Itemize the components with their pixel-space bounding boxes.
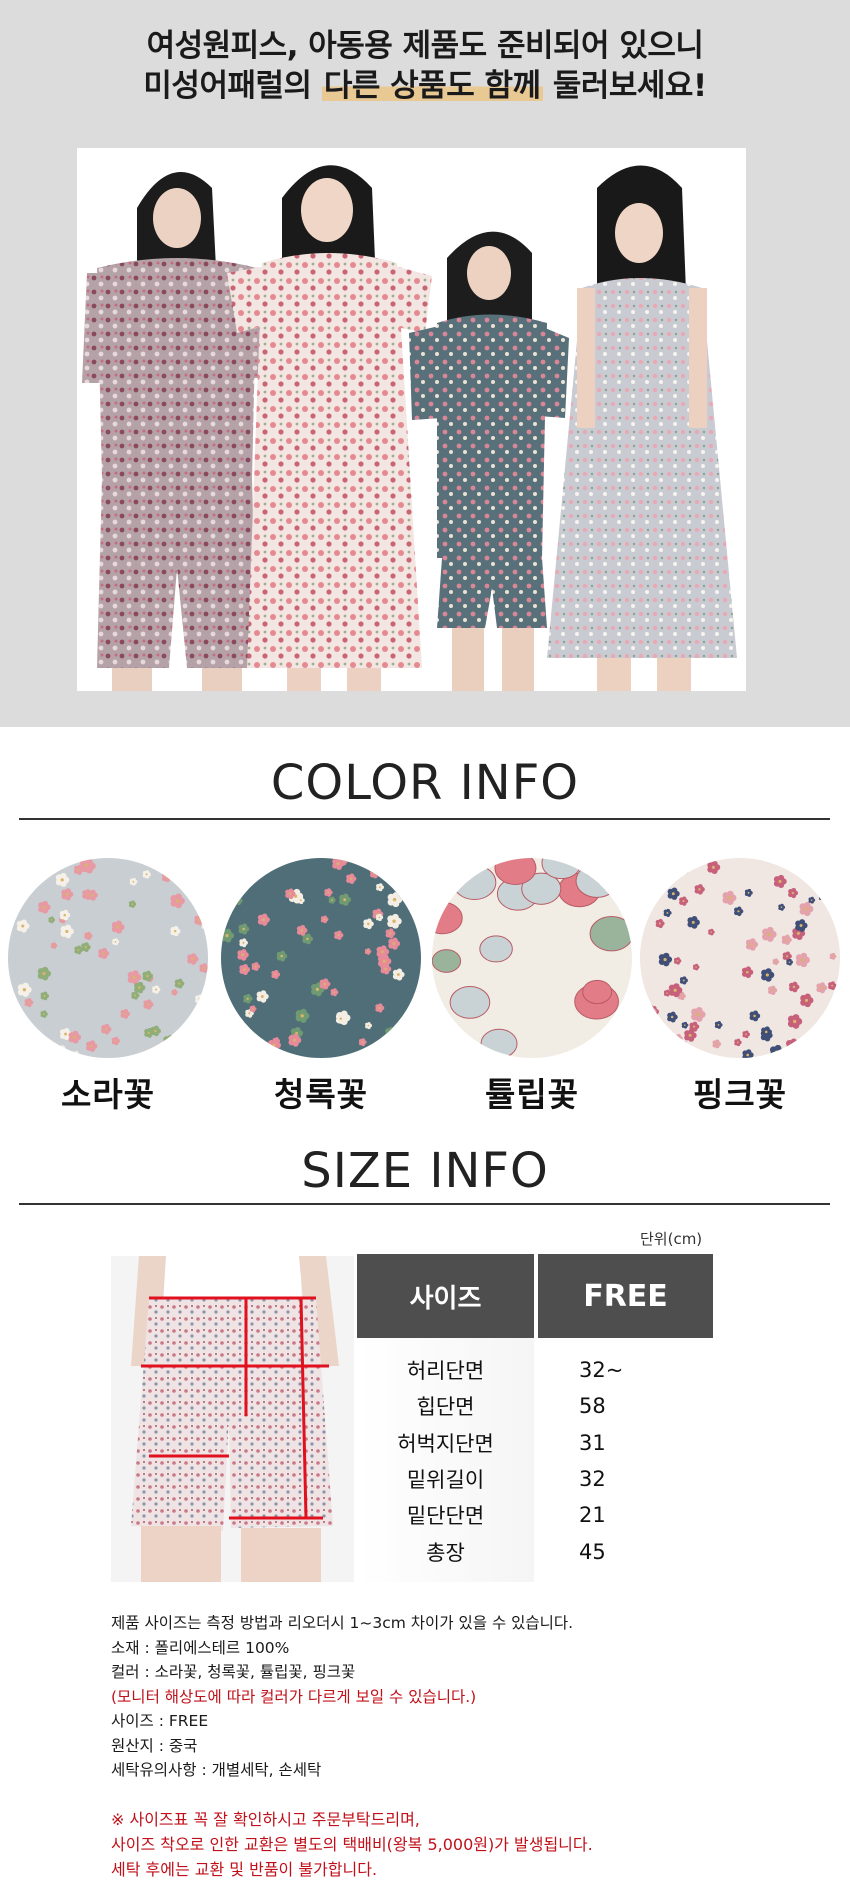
swatch-label-pink-floral: 핑크꽃 [692, 1075, 788, 1114]
note-size: 사이즈 : FREE [111, 1712, 209, 1730]
swatch-sky-floral [8, 858, 208, 1058]
note-monitor-warning: (모니터 해상도에 따라 컬러가 다르게 보일 수 있습니다.) [111, 1687, 477, 1706]
size-info-divider [19, 1203, 830, 1205]
swatch-label-tulip-floral: 튤립꽃 [484, 1075, 580, 1114]
warning-exchange-fee: 사이즈 착오로 인한 교환은 별도의 택배비(왕복 5,000원)가 발생됩니다… [111, 1835, 593, 1854]
color-info-title: COLOR INFO [270, 755, 580, 811]
note-size-variance: 제품 사이즈는 측정 방법과 리오더시 1~3cm 차이가 있을 수 있습니다. [111, 1614, 574, 1632]
swatch-teal-floral [221, 858, 421, 1058]
swatch-tulip-floral [432, 858, 632, 1058]
size-table-header-label: 사이즈 [357, 1254, 534, 1338]
size-row-value: 31 [579, 1431, 606, 1455]
size-row-rise: 밑위길이 32 [357, 1461, 713, 1497]
size-row-hem: 밑단단면 21 [357, 1497, 713, 1533]
banner-headline-2-highlight: 다른 상품도 함께 [321, 68, 543, 104]
size-row-value: 32 [579, 1467, 606, 1491]
note-material: 소재 : 폴리에스테르 100% [111, 1638, 290, 1657]
note-colors: 컬러 : 소라꽃, 청록꽃, 튤립꽃, 핑크꽃 [111, 1663, 356, 1681]
note-washing: 세탁유의사항 : 개별세탁, 손세탁 [111, 1761, 322, 1779]
model-photo [77, 148, 746, 691]
unit-label: 단위(cm) [640, 1230, 703, 1248]
swatch-label-teal-floral: 청록꽃 [273, 1075, 369, 1114]
warning-check-size: ※ 사이즈표 꼭 잘 확인하시고 주문부탁드리며, [111, 1810, 420, 1829]
color-info-divider [19, 818, 830, 820]
exchange-warnings: ※ 사이즈표 꼭 잘 확인하시고 주문부탁드리며, 사이즈 착오로 인한 교환은… [111, 1807, 831, 1882]
shorts-measurement-illustration [111, 1256, 354, 1582]
promo-banner: 여성원피스, 아동용 제품도 준비되어 있으니 미성어패럴의 다른 상품도 함께… [0, 0, 850, 727]
swatch-pink-floral [640, 858, 840, 1058]
banner-headline-2-pre: 미성어패럴의 [143, 68, 322, 104]
size-row-value: 58 [579, 1394, 606, 1418]
note-origin: 원산지 : 중국 [111, 1736, 198, 1755]
banner-headline-1: 여성원피스, 아동용 제품도 준비되어 있으니 [146, 28, 704, 64]
size-row-label: 허리단면 [406, 1359, 485, 1383]
size-info-title: SIZE INFO [301, 1143, 549, 1199]
size-row-hip: 힙단면 58 [357, 1388, 713, 1424]
product-notes: 제품 사이즈는 측정 방법과 리오더시 1~3cm 차이가 있을 수 있습니다.… [111, 1611, 811, 1783]
size-row-thigh: 허벅지단면 31 [357, 1425, 713, 1461]
warning-no-return-after-wash: 세탁 후에는 교환 및 반품이 불가합니다. [111, 1860, 378, 1879]
banner-headline-2-post: 둘러보세요! [542, 68, 707, 104]
size-row-value: 21 [579, 1503, 606, 1527]
model-photo-illustration [77, 148, 746, 691]
size-row-waist: 허리단면 32~ [357, 1352, 713, 1388]
size-row-value: 32~ [579, 1358, 624, 1382]
size-row-label: 허벅지단면 [397, 1432, 494, 1456]
size-table-header-value: FREE [538, 1254, 713, 1338]
banner-headline-2: 미성어패럴의 다른 상품도 함께 둘러보세요! [0, 66, 850, 106]
size-row-length: 총장 45 [357, 1534, 713, 1570]
size-row-value: 45 [579, 1540, 606, 1564]
swatch-pink-floral-pattern [640, 858, 840, 1058]
swatch-teal-floral-pattern [221, 858, 421, 1058]
size-row-label: 밑위길이 [406, 1468, 485, 1492]
shorts-measurement-photo [111, 1256, 354, 1582]
size-row-label: 힙단면 [416, 1395, 475, 1419]
size-row-label: 총장 [426, 1541, 465, 1565]
swatch-sky-floral-pattern [8, 858, 208, 1058]
swatch-tulip-floral-pattern [432, 858, 632, 1058]
swatch-label-sky-floral: 소라꽃 [60, 1075, 156, 1114]
size-row-label: 밑단단면 [406, 1504, 485, 1528]
